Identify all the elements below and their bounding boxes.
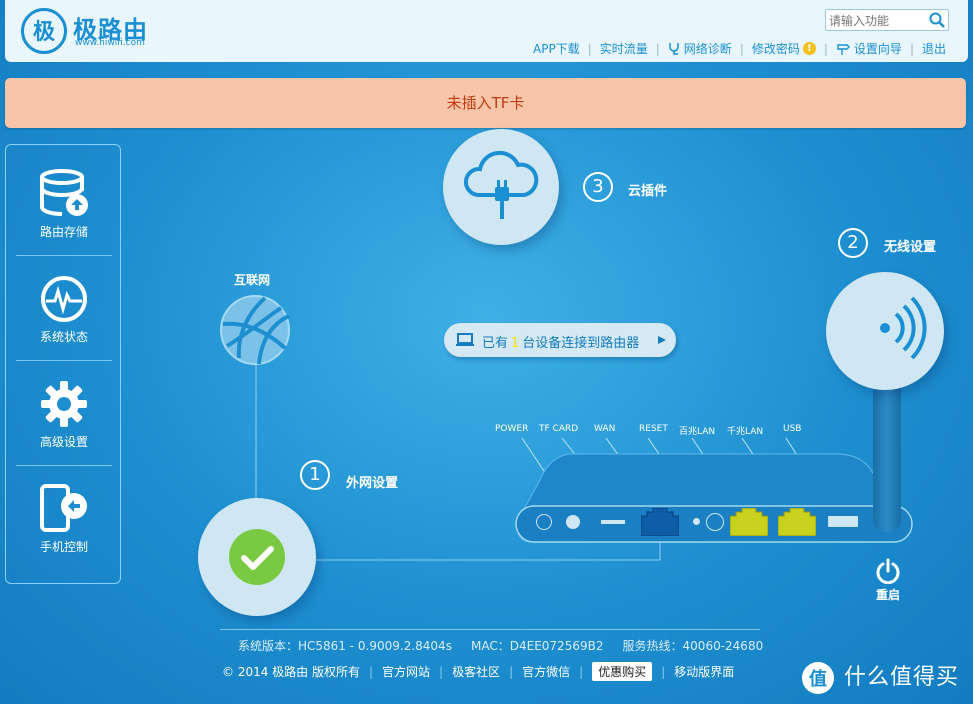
copyright: © 2014 极路由 版权所有	[222, 665, 360, 679]
footer-link-official-site[interactable]: 官方网站	[382, 663, 430, 680]
internet-label: 互联网	[234, 273, 271, 287]
power-port	[536, 514, 552, 530]
port-label-power: POWER	[495, 424, 529, 434]
internet-globe	[219, 294, 291, 366]
router-diagram	[515, 437, 913, 543]
port-label-reset: RESET	[639, 424, 668, 434]
step-number-2: 2	[838, 228, 868, 258]
lan-100-port	[730, 508, 768, 536]
footer-links: © 2014 极路由 版权所有 | 官方网站 | 极客社区 | 官方微信 | 优…	[222, 662, 734, 681]
watermark-logo-icon: 值	[802, 662, 834, 694]
step-number-1: 1	[300, 460, 330, 490]
promo-button[interactable]: 优惠购买	[592, 662, 653, 681]
usb-port	[828, 516, 858, 527]
svg-text:值: 值	[809, 668, 827, 690]
devices-suffix: 台设备连接到路由器	[522, 336, 640, 351]
port-label-lan-100: 百兆LAN	[679, 427, 716, 437]
wan-port	[641, 508, 679, 536]
lan-1000-port	[778, 508, 816, 536]
wireless-settings-label[interactable]: 无线设置	[884, 236, 936, 255]
port-label-wan: WAN	[594, 424, 616, 434]
cloud-plugin-label[interactable]: 云插件	[628, 180, 667, 199]
globe-icon	[220, 295, 290, 365]
port-label-tf-card: TF CARD	[539, 424, 579, 434]
connected-devices-button[interactable]: 已有 1 台设备连接到路由器	[444, 323, 676, 357]
wireless-settings-button[interactable]	[826, 272, 944, 390]
laptop-icon	[456, 333, 474, 346]
footer-link-wechat[interactable]: 官方微信	[522, 663, 570, 680]
reset-led	[693, 518, 700, 525]
wan-status-button[interactable]	[198, 498, 316, 616]
check-icon	[229, 529, 285, 585]
cloud-plugin-button[interactable]	[443, 129, 559, 245]
reboot-label[interactable]: 重启	[876, 586, 900, 603]
step-number-3: 3	[583, 172, 613, 202]
watermark-text: 什么值得买	[844, 665, 960, 690]
footer-link-mobile[interactable]: 移动版界面	[674, 663, 734, 680]
wan-settings-label[interactable]: 外网设置	[346, 472, 398, 491]
antenna	[873, 380, 901, 532]
tf-card-slot	[601, 520, 625, 524]
footer-divider	[220, 629, 760, 630]
footer-link-community[interactable]: 极客社区	[452, 663, 500, 680]
power-icon[interactable]	[875, 558, 901, 584]
cloud-plug-icon	[464, 150, 539, 219]
wifi-icon	[880, 296, 927, 360]
system-info: 系统版本：HC5861 - 0.9009.2.8404s MAC：D4EE072…	[238, 639, 764, 653]
play-arrow-icon	[658, 336, 666, 344]
device-count: 1	[511, 336, 520, 351]
power-button-port	[566, 515, 580, 529]
devices-prefix: 已有	[482, 336, 509, 351]
reset-button	[706, 513, 724, 531]
port-label-usb: USB	[783, 424, 802, 434]
port-label-lan-1000: 千兆LAN	[727, 427, 764, 437]
